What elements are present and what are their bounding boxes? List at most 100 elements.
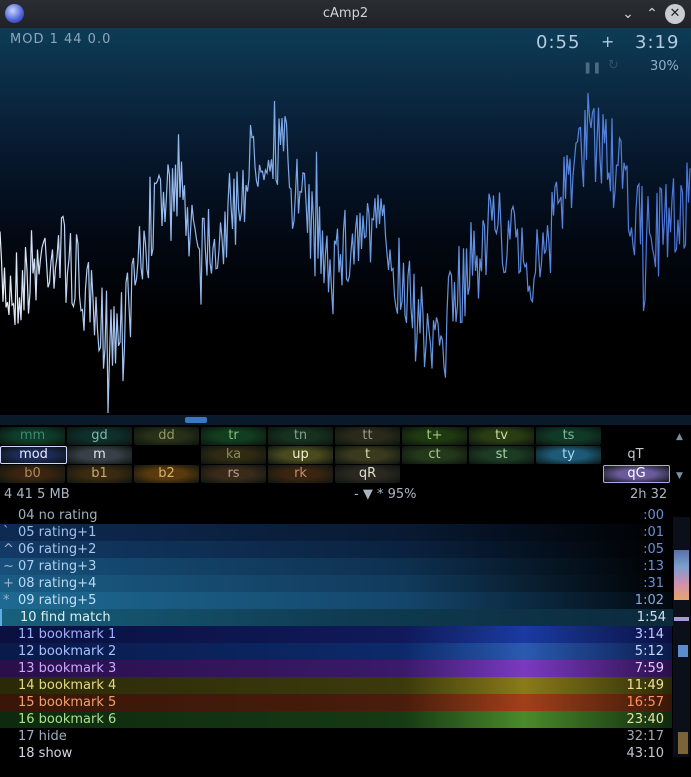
- waveform-line: [0, 92, 691, 414]
- total-duration: 2h 32: [630, 487, 668, 502]
- visualizer-panel[interactable]: MOD 1 44 0.0 0:55 + 3:19 ❚❚ ↻ 30%: [0, 28, 691, 415]
- playlist-item-label: 04 no rating: [18, 508, 98, 523]
- playlist-row[interactable]: 15 bookmark 5 16:57: [0, 694, 672, 711]
- playlist-item-time: 43:10: [626, 746, 664, 761]
- playlist-item-time: 3:14: [634, 627, 664, 642]
- command-button-qT[interactable]: qT: [603, 446, 668, 464]
- playlist-row[interactable]: 18 show 43:10: [0, 745, 672, 762]
- playlist-row[interactable]: * 09 rating+5 1:02: [0, 592, 672, 609]
- playlist-row[interactable]: 13 bookmark 3 7:59: [0, 660, 672, 677]
- command-button-b0[interactable]: b0: [0, 465, 65, 483]
- playlist-item-label: 05 rating+1: [18, 525, 97, 540]
- command-button-ty[interactable]: ty: [536, 446, 601, 464]
- playlist-item-time: 11:49: [626, 678, 664, 693]
- playlist-item-time: 16:57: [626, 695, 664, 710]
- playlist-item-label: 16 bookmark 6: [18, 712, 117, 727]
- title-bar: cAmp2 ⌄ ⌃ ✕: [0, 0, 691, 28]
- playlist-item-label: 08 rating+4: [18, 576, 97, 591]
- volume-readout[interactable]: 30%: [650, 59, 679, 74]
- playlist-item-label: 07 rating+3: [18, 559, 97, 574]
- rating-prefix: `: [3, 525, 10, 540]
- playlist-item-label: 11 bookmark 1: [18, 627, 117, 642]
- playlist-item-label: 13 bookmark 3: [18, 661, 117, 676]
- command-button-m[interactable]: m: [67, 446, 132, 464]
- command-button-ct[interactable]: ct: [402, 446, 467, 464]
- playlist-row[interactable]: +08 rating+4 :31: [0, 575, 672, 592]
- command-button-tv[interactable]: tv: [469, 427, 534, 445]
- triangle-up-icon[interactable]: ▲: [676, 432, 683, 442]
- command-button-tn[interactable]: tn: [268, 427, 333, 445]
- playlist-item-time: 23:40: [626, 712, 664, 727]
- playlist-item-label: 18 show: [18, 746, 73, 761]
- command-button-grid: mm gd dd tr tn tt t+ tv ts mod m ka up t ct st ty qT b0 b1 b…: [0, 426, 691, 484]
- playlist-item-time: :13: [643, 559, 664, 574]
- command-button-b1[interactable]: b1: [67, 465, 132, 483]
- playlist-item-time: :05: [643, 542, 664, 557]
- time-current: 0:55: [536, 32, 581, 53]
- seek-bar[interactable]: [0, 415, 691, 425]
- rating-prefix: +: [3, 576, 14, 591]
- command-button-st[interactable]: st: [469, 446, 534, 464]
- chevron-up-icon[interactable]: ⌃: [641, 3, 663, 25]
- playlist-info-bar: 4 41 5 MB - ▼ * 95% 2h 32: [0, 485, 691, 507]
- playlist-item-time: :01: [643, 525, 664, 540]
- chevron-down-icon[interactable]: ⌄: [617, 3, 639, 25]
- playlist-item-label: 06 rating+2: [18, 542, 97, 557]
- rating-prefix: ^: [3, 542, 14, 557]
- playlist-row[interactable]: 10 find match 1:54: [0, 609, 674, 626]
- rating-prefix: ~: [3, 559, 14, 574]
- command-button-mm[interactable]: mm: [0, 427, 65, 445]
- scrollbar-marker: [674, 617, 689, 621]
- seek-thumb[interactable]: [185, 417, 207, 423]
- window-title: cAmp2: [322, 6, 369, 21]
- playlist-row[interactable]: 12 bookmark 2 5:12: [0, 643, 672, 660]
- command-button-rs[interactable]: rs: [201, 465, 266, 483]
- triangle-down-icon[interactable]: ▼: [676, 471, 683, 481]
- playlist-item-label: 15 bookmark 5: [18, 695, 117, 710]
- playlist-item-time: :31: [643, 576, 664, 591]
- playlist-item-label: 10 find match: [20, 610, 111, 625]
- command-button-up[interactable]: up: [268, 446, 333, 464]
- command-button-ka[interactable]: ka: [201, 446, 266, 464]
- playlist-row[interactable]: 04 no rating :00: [0, 507, 672, 524]
- scrollbar-handle[interactable]: [674, 550, 689, 600]
- command-button-b2[interactable]: b2: [134, 465, 199, 483]
- rating-prefix: *: [3, 593, 10, 608]
- playlist-item-time: 7:59: [634, 661, 664, 676]
- close-icon[interactable]: ✕: [665, 4, 685, 24]
- filter-indicator[interactable]: - ▼ * 95%: [354, 487, 416, 502]
- command-button-qG[interactable]: qG: [603, 465, 670, 483]
- playlist-item-label: 09 rating+5: [18, 593, 97, 608]
- playlist-item-label: 14 bookmark 4: [18, 678, 117, 693]
- playlist-row[interactable]: ~07 rating+3 :13: [0, 558, 672, 575]
- playlist-item-label: 17 hide: [18, 729, 67, 744]
- playlist-row[interactable]: ` 05 rating+1 :01: [0, 524, 672, 541]
- playlist-item-time: :00: [643, 508, 664, 523]
- playlist-item-time: 1:02: [634, 593, 664, 608]
- pause-icon[interactable]: ❚❚: [583, 61, 601, 74]
- scrollbar-marker: [678, 645, 688, 657]
- command-button-tt[interactable]: tt: [335, 427, 400, 445]
- playlist-row[interactable]: 16 bookmark 6 23:40: [0, 711, 672, 728]
- command-button-qR[interactable]: qR: [335, 465, 400, 483]
- command-button-gd[interactable]: gd: [67, 427, 132, 445]
- time-separator: +: [601, 32, 615, 51]
- command-button-t[interactable]: t: [335, 446, 400, 464]
- repeat-icon[interactable]: ↻: [608, 58, 619, 73]
- waveform-oscilloscope: [0, 92, 691, 414]
- playlist-row[interactable]: 17 hide 32:17: [0, 728, 672, 745]
- command-button-rk[interactable]: rk: [268, 465, 333, 483]
- playlist-row[interactable]: ^ 06 rating+2 :05: [0, 541, 672, 558]
- command-button-tr[interactable]: tr: [201, 427, 266, 445]
- playlist-item-label: 12 bookmark 2: [18, 644, 117, 659]
- command-button-dd[interactable]: dd: [134, 427, 199, 445]
- playlist-row[interactable]: 14 bookmark 4 11:49: [0, 677, 672, 694]
- time-total: 3:19: [635, 32, 680, 53]
- playlist-row[interactable]: 11 bookmark 1 3:14: [0, 626, 672, 643]
- command-button-ts[interactable]: ts: [536, 427, 601, 445]
- command-button-mod[interactable]: mod: [0, 446, 67, 464]
- mode-readout: MOD 1 44 0.0: [10, 32, 112, 47]
- playlist-stats: 4 41 5 MB: [4, 487, 70, 502]
- command-button-t+[interactable]: t+: [402, 427, 467, 445]
- playlist-item-time: 1:54: [636, 610, 666, 625]
